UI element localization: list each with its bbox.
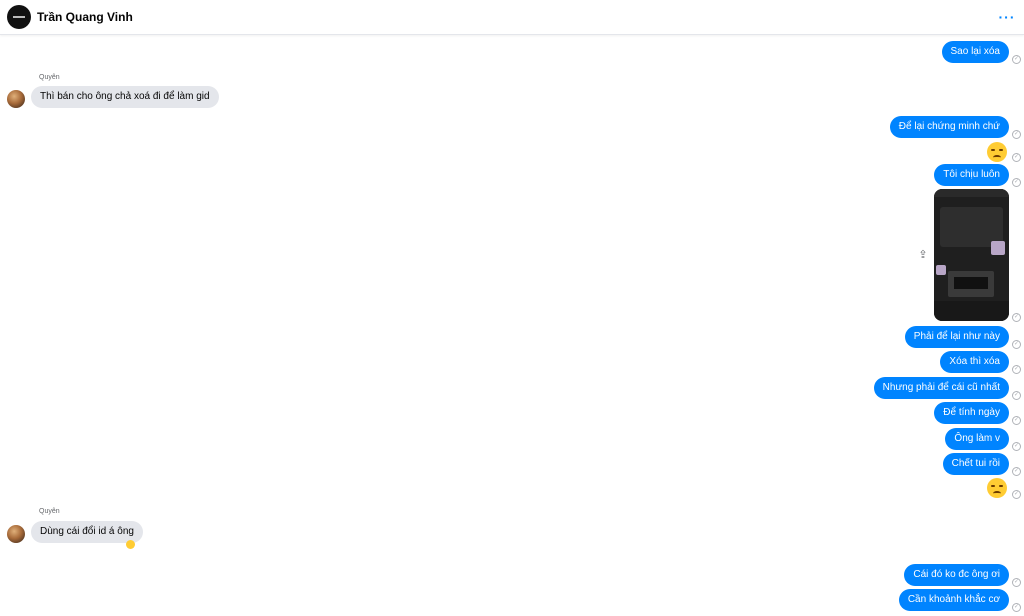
contact-avatar[interactable]: [7, 5, 31, 29]
sent-check-icon: ✓: [1012, 178, 1021, 187]
share-icon[interactable]: ⇪: [916, 248, 930, 262]
photo-thumbnail: [991, 241, 1005, 255]
crying-face-emoji[interactable]: [126, 540, 135, 549]
message-bubble-outgoing[interactable]: Chết tui rồi: [942, 453, 1009, 475]
message-bubble-outgoing[interactable]: Tôi chịu luôn: [934, 164, 1009, 186]
message-bubble-outgoing[interactable]: Ông làm v: [945, 428, 1009, 450]
photo-block: [954, 277, 988, 289]
sent-check-icon: ✓: [1012, 416, 1021, 425]
message-bubble-outgoing[interactable]: Sao lại xóa: [941, 41, 1009, 63]
sender-name: Quyên: [39, 74, 60, 81]
sent-check-icon: ✓: [1012, 365, 1021, 374]
sent-check-icon: ✓: [1012, 130, 1021, 139]
message-bubble-outgoing[interactable]: Xóa thì xóa: [940, 351, 1009, 373]
message-bubble-outgoing[interactable]: Cần khoảnh khắc cơ: [898, 589, 1009, 611]
emoji-mouth: [993, 491, 1001, 496]
photo-panel: [948, 271, 994, 297]
photo-status-bar: [934, 189, 1009, 197]
sender-name: Quyên: [39, 508, 60, 515]
message-bubble-incoming[interactable]: Dùng cái đổi id á ông: [31, 521, 143, 543]
sent-check-icon: ✓: [1012, 467, 1021, 476]
avatar-logo-mark: [13, 16, 25, 18]
photo-bottom-bar: [934, 301, 1009, 321]
sent-check-icon: ✓: [1012, 442, 1021, 451]
sender-avatar[interactable]: [7, 525, 25, 543]
chat-header: Trần Quang Vinh ···: [0, 0, 1024, 35]
photo-thumbnail: [936, 265, 946, 275]
message-bubble-outgoing[interactable]: Nhưng phải để cái cũ nhất: [873, 377, 1009, 399]
message-bubble-outgoing[interactable]: Phải để lại như này: [904, 326, 1009, 348]
sent-check-icon: ✓: [1012, 55, 1021, 64]
screenshot-photo[interactable]: [934, 189, 1009, 321]
frowning-face-emoji[interactable]: [987, 478, 1007, 498]
sent-check-icon: ✓: [1012, 153, 1021, 162]
message-bubble-incoming[interactable]: Thì bán cho ông chả xoá đi để làm gid: [31, 86, 219, 108]
emoji-mouth: [993, 155, 1001, 160]
more-options-icon[interactable]: ···: [996, 6, 1018, 28]
sent-check-icon: ✓: [1012, 391, 1021, 400]
sent-check-icon: ✓: [1012, 313, 1021, 322]
emoji-eye: [999, 149, 1003, 151]
sent-check-icon: ✓: [1012, 490, 1021, 499]
emoji-eye: [999, 485, 1003, 487]
contact-name[interactable]: Trần Quang Vinh: [37, 10, 133, 24]
sent-check-icon: ✓: [1012, 578, 1021, 587]
emoji-eye: [991, 149, 995, 151]
message-bubble-outgoing[interactable]: Để lại chứng minh chứ: [889, 116, 1009, 138]
emoji-eye: [991, 485, 995, 487]
sent-check-icon: ✓: [1012, 340, 1021, 349]
sender-avatar[interactable]: [7, 90, 25, 108]
disappointed-face-emoji[interactable]: [987, 142, 1007, 162]
message-bubble-outgoing[interactable]: Cái đó ko đc ông ơi: [904, 564, 1009, 586]
message-bubble-outgoing[interactable]: Để tính ngày: [934, 402, 1009, 424]
sent-check-icon: ✓: [1012, 603, 1021, 612]
